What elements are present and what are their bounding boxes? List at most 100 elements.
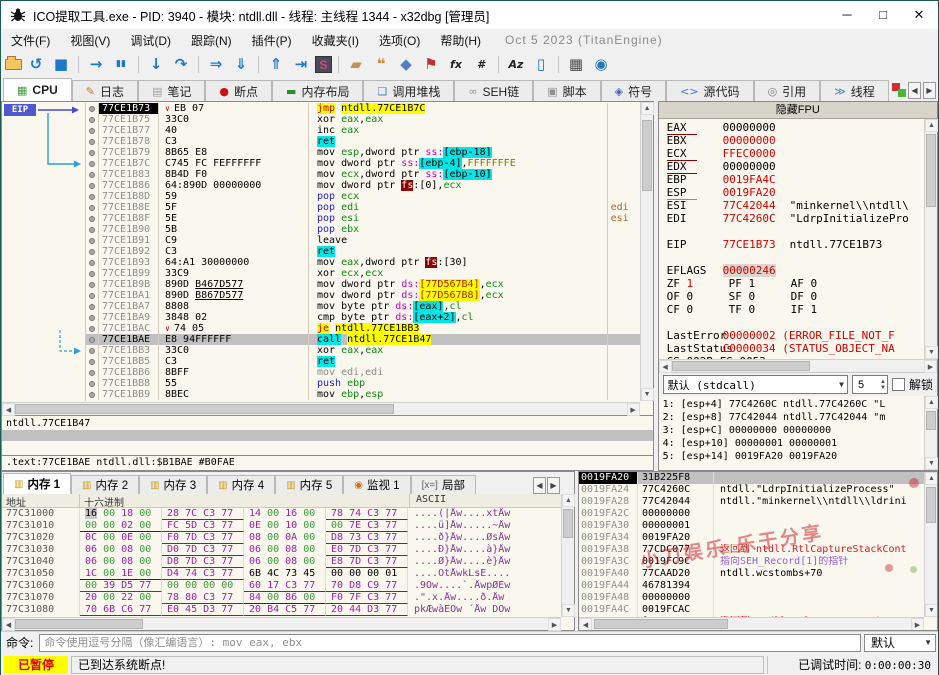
dump-tab-监视 1[interactable]: ◉ 监视 1 (343, 475, 411, 494)
argument-row[interactable]: 3: [esp+C] 00000000 00000000 (663, 424, 923, 437)
tab-符号[interactable]: ◈ 符号 (600, 80, 667, 101)
breakpoint-gutter[interactable] (86, 268, 99, 279)
close-button[interactable]: ✕ (912, 7, 926, 23)
disasm-row[interactable]: 77CE1B8D 59 pop ecx (86, 191, 640, 202)
globe-icon[interactable]: ◉ (590, 54, 612, 74)
register-row[interactable]: ECX FFEC0000 (666, 147, 923, 161)
execute-till-return-icon[interactable]: ⇒ (205, 54, 227, 74)
argument-row[interactable]: 4: [esp+10] 00000001 00000001 (663, 437, 923, 450)
tab-overflow-icon[interactable] (892, 83, 906, 97)
stack-row[interactable]: 0019FA20 31B225F8 (579, 472, 924, 484)
pause-icon[interactable]: ▮▮ (110, 54, 132, 74)
menu-item-plugins[interactable]: 插件(P) (242, 30, 302, 51)
dump-tab-内存 3[interactable]: ▥ 内存 3 (139, 475, 208, 494)
register-row[interactable]: OF 0 SF 0 DF 0 (667, 290, 923, 303)
breakpoint-gutter[interactable] (86, 246, 99, 257)
disasm-row[interactable]: 77CE1BAE E8 94FFFFFF call ntdll.77CE1B47 (86, 334, 640, 345)
label-icon[interactable]: ◆ (395, 54, 417, 74)
dump-row[interactable]: 77C31030 06 00 08 00 D0 7D C3 77 06 00 08… (2, 544, 574, 556)
disasm-row[interactable]: 77CE1B99 33C9 xor ecx,ecx (86, 268, 640, 279)
register-row[interactable]: EAX 00000000 (666, 121, 923, 135)
dump-tab-内存 2[interactable]: ▥ 内存 2 (71, 475, 140, 494)
tab-调用堆栈[interactable]: ❏ 调用堆栈 (363, 80, 455, 101)
register-row[interactable]: EDX 00000000 (666, 160, 923, 174)
args-vscrollbar[interactable]: ▲ ▼ (924, 396, 938, 470)
disasm-row[interactable]: 77CE1B78 C3 ret (86, 136, 640, 147)
tab-内存布局[interactable]: ▬ 内存布局 (272, 80, 364, 101)
breakpoint-gutter[interactable] (86, 323, 99, 334)
dump-row[interactable]: 77C31080 70 6B C6 77 E0 45 D3 77 20 B4 C5… (2, 604, 574, 616)
maximize-button[interactable]: □ (876, 7, 890, 23)
disasm-row[interactable]: 77CE1B77 40 inc eax (86, 125, 640, 136)
restart-icon[interactable]: ↺ (25, 54, 47, 74)
stack-row[interactable]: 0019FA28 77C42044 ntdll."minkernel\\ntdll\… (579, 496, 924, 508)
stack-row[interactable]: 0019FA24 77C4260C ntdll."LdrpInitializePro… (579, 484, 924, 496)
disasm-row[interactable]: 77CE1B79 8B65 E8 mov esp,dword ptr ss:[ebp… (86, 147, 640, 158)
dump-tab-scroll-right-button[interactable]: ▶ (547, 477, 560, 494)
dump-row[interactable]: 77C31050 1C 00 1E 00 D4 74 C3 77 6B 4C 73… (2, 568, 574, 580)
register-row[interactable]: ESI 77C42044 "minkernel\\ntdll\ (667, 199, 923, 212)
register-row[interactable]: LastError00000002 (ERROR_FILE_NOT_F (667, 329, 923, 342)
breakpoint-gutter[interactable] (86, 103, 99, 114)
breakpoint-gutter[interactable] (86, 345, 99, 356)
disasm-row[interactable]: 77CE1B8E 5F pop edi edi (86, 202, 640, 213)
tab-SEH链[interactable]: ∞ SEH链 (454, 80, 534, 101)
disasm-row[interactable]: 77CE1B75 33C0 xor eax,eax (86, 114, 640, 125)
tab-源代码[interactable]: <> 源代码 (666, 80, 754, 101)
stack-vscrollbar[interactable]: ▲ ▼ (924, 472, 937, 617)
registers-vscrollbar[interactable]: ▲ ▼ (924, 119, 938, 359)
dump-row[interactable]: 77C31060 00 39 D5 77 00 00 00 00 60 17 C3… (2, 580, 574, 592)
calling-convention-select[interactable]: 默认 (stdcall) ▼ (662, 375, 848, 394)
register-row[interactable]: EBP 0019FA4C (667, 173, 923, 186)
breakpoint-gutter[interactable] (86, 389, 99, 400)
breakpoint-gutter[interactable] (86, 334, 99, 345)
argument-row[interactable]: 2: [esp+8] 77C42044 ntdll.77C42044 "m (663, 411, 923, 424)
function-icon[interactable]: fx (445, 54, 467, 74)
dump-hscrollbar[interactable]: ◀ ▶ (2, 617, 561, 631)
breakpoint-gutter[interactable] (86, 158, 99, 169)
breakpoint-gutter[interactable] (86, 257, 99, 268)
tab-线程[interactable]: ≫ 线程 (820, 80, 889, 101)
disasm-row[interactable]: 77CE1B93 64:A1 30000000 mov eax,dword ptr … (86, 257, 640, 268)
menu-item-debug[interactable]: 调试(D) (120, 30, 181, 51)
breakpoint-gutter[interactable] (86, 125, 99, 136)
breakpoint-gutter[interactable] (86, 279, 99, 290)
animate-icon[interactable]: S (315, 55, 332, 73)
disasm-row[interactable]: 77CE1BA1 890D B867D577 mov dword ptr ds:[7… (86, 290, 640, 301)
tab-CPU[interactable]: ▦ CPU (3, 78, 72, 101)
info-selected-row[interactable] (2, 430, 653, 441)
disasm-row[interactable]: 77CE1B9B 890D B467D577 mov dword ptr ds:[7… (86, 279, 640, 290)
breakpoint-gutter[interactable] (86, 213, 99, 224)
disasm-row[interactable]: 77CE1BA7 8808 mov byte ptr ds:[eax],cl (86, 301, 640, 312)
step-into-icon[interactable]: ↓ (145, 54, 167, 74)
disasm-row[interactable]: 77CE1BB9 8BEC mov ebp,esp (86, 389, 640, 400)
stack-row[interactable]: 0019FA4C 0019FCAC (579, 604, 924, 616)
tab-引用[interactable]: ◎ 引用 (753, 80, 821, 101)
breakpoint-gutter[interactable] (86, 180, 99, 191)
disasm-row[interactable]: 77CE1BB6 8BFF mov edi,edi (86, 367, 640, 378)
argument-row[interactable]: 1: [esp+4] 77C4260C ntdll.77C4260C "L (663, 398, 923, 411)
disasm-row[interactable]: 77CE1B91 C9 leave (86, 235, 640, 246)
stack-row[interactable]: 0019FA34 0019FA20 (579, 532, 924, 544)
disasm-row[interactable]: 77CE1BB5 C3 ret (86, 356, 640, 367)
breakpoint-gutter[interactable] (86, 202, 99, 213)
disasm-row[interactable]: 77CE1BAC ∨ 74 05 je ntdll.77CE1BB3 (86, 323, 640, 334)
breakpoint-gutter[interactable] (86, 224, 99, 235)
command-profile-select[interactable]: 默认 ▼ (864, 633, 936, 652)
register-row[interactable]: ESP 0019FA20 (666, 186, 923, 200)
stack-row[interactable]: 0019FA40 77CAAD20 ntdll.wcstombs+70 (579, 568, 924, 580)
minimize-button[interactable]: ─ (840, 7, 854, 23)
command-input[interactable] (39, 633, 861, 652)
tab-scroll-left-button[interactable]: ◀ (908, 81, 921, 99)
stack-row[interactable]: 0019FA48 00000000 (579, 592, 924, 604)
disasm-row[interactable]: 77CE1BB8 55 push ebp (86, 378, 640, 389)
disasm-row[interactable]: 77CE1B73 ∨ EB 07 jmp ntdll.77CE1B7C (86, 103, 640, 114)
dump-tab-内存 1[interactable]: ▥ 内存 1 (3, 473, 72, 494)
disasm-vscrollbar[interactable]: ▲ ▼ (639, 102, 654, 401)
register-row[interactable]: ZF 1 PF 1 AF 0 (667, 277, 923, 290)
register-row[interactable]: LastStatusC0000034 (STATUS_OBJECT_NA (667, 342, 923, 355)
dump-row[interactable]: 77C31070 20 00 22 00 78 80 C3 77 84 00 86… (2, 592, 574, 604)
breakpoint-gutter[interactable] (86, 114, 99, 125)
run-to-user-code-icon[interactable]: ⇥ (290, 54, 312, 74)
stack-row[interactable]: 0019FA44 46781394 (579, 580, 924, 592)
